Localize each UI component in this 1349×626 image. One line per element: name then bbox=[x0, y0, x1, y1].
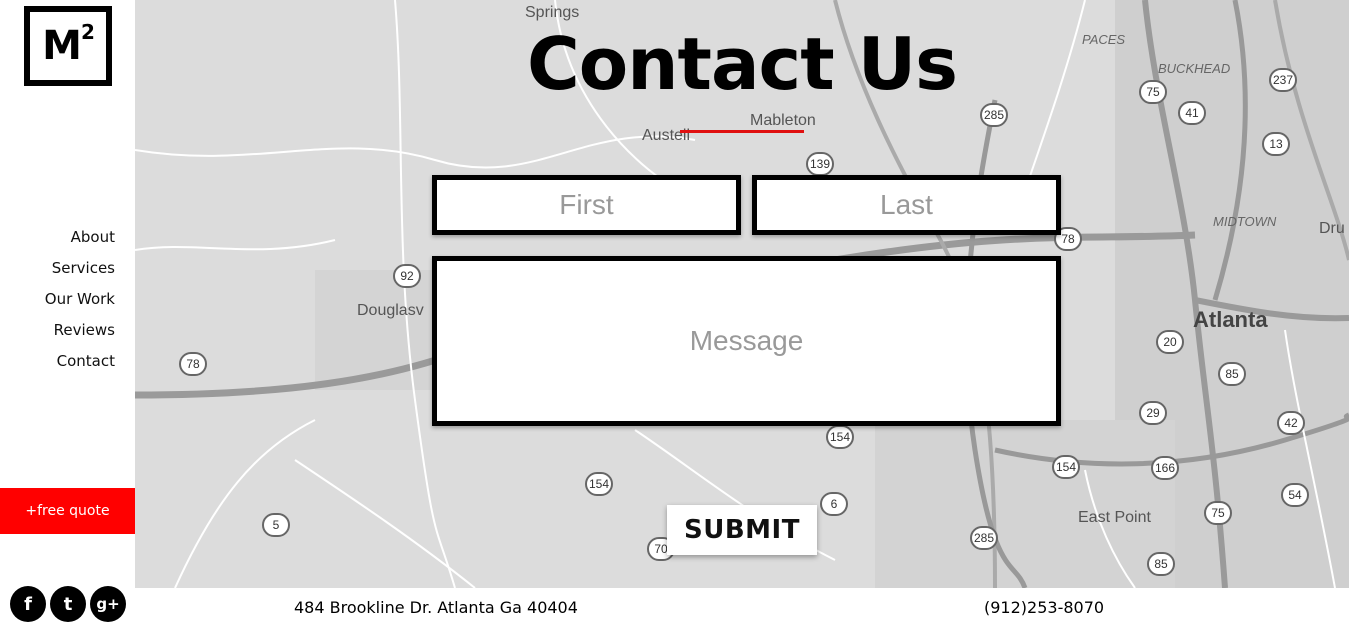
highway-shield: 13 bbox=[1262, 132, 1290, 156]
highway-shield: 5 bbox=[262, 513, 290, 537]
map-label-mableton: Mableton bbox=[750, 112, 816, 129]
highway-shield: 92 bbox=[393, 264, 421, 288]
highway-shield: 75 bbox=[1204, 501, 1232, 525]
highway-shield: 85 bbox=[1147, 552, 1175, 576]
highway-shield: 154 bbox=[1052, 455, 1080, 479]
highway-shield: 166 bbox=[1151, 456, 1179, 480]
highway-shield: 285 bbox=[980, 103, 1008, 127]
map-label-atlanta: Atlanta bbox=[1193, 307, 1268, 332]
highway-shield: 54 bbox=[1281, 483, 1309, 507]
logo-text: M2 bbox=[42, 20, 95, 69]
first-name-input[interactable] bbox=[432, 175, 741, 235]
highway-shield: 285 bbox=[970, 526, 998, 550]
map-label-midtown: MIDTOWN bbox=[1213, 214, 1277, 229]
footer-address: 484 Brookline Dr. Atlanta Ga 40404 bbox=[294, 598, 578, 617]
facebook-icon[interactable]: f bbox=[10, 586, 46, 622]
submit-button[interactable]: SUBMIT bbox=[667, 505, 817, 555]
message-textarea[interactable] bbox=[432, 256, 1061, 426]
map-label-douglasville: Douglasv bbox=[357, 302, 424, 319]
page-title: Contact Us bbox=[526, 22, 958, 106]
social-links: f t g+ bbox=[10, 586, 126, 622]
nav-item-reviews[interactable]: Reviews bbox=[45, 315, 115, 346]
highway-shield: 154 bbox=[826, 425, 854, 449]
highway-shield: 78 bbox=[179, 352, 207, 376]
sidebar: M2 About Services Our Work Reviews Conta… bbox=[0, 0, 135, 626]
main-nav: About Services Our Work Reviews Contact bbox=[45, 222, 115, 377]
logo[interactable]: M2 bbox=[24, 6, 112, 86]
map-label-springs: Springs bbox=[525, 4, 580, 21]
highway-shield: 139 bbox=[806, 152, 834, 176]
nav-item-services[interactable]: Services bbox=[45, 253, 115, 284]
highway-shield: 20 bbox=[1156, 330, 1184, 354]
highway-shield: 42 bbox=[1277, 411, 1305, 435]
twitter-icon[interactable]: t bbox=[50, 586, 86, 622]
nav-item-contact[interactable]: Contact bbox=[45, 346, 115, 377]
nav-item-our-work[interactable]: Our Work bbox=[45, 284, 115, 315]
footer-phone[interactable]: (912)253-8070 bbox=[984, 598, 1104, 617]
highway-shield: 154 bbox=[585, 472, 613, 496]
footer: 484 Brookline Dr. Atlanta Ga 40404 (912)… bbox=[135, 588, 1349, 626]
highway-shield: 6 bbox=[820, 492, 848, 516]
title-underline bbox=[680, 130, 804, 133]
free-quote-button[interactable]: +free quote bbox=[0, 488, 135, 534]
nav-item-about[interactable]: About bbox=[45, 222, 115, 253]
last-name-input[interactable] bbox=[752, 175, 1061, 235]
map-label-east-point: East Point bbox=[1078, 509, 1151, 526]
highway-shield: 85 bbox=[1218, 362, 1246, 386]
highway-shield: 29 bbox=[1139, 401, 1167, 425]
google-plus-icon[interactable]: g+ bbox=[90, 586, 126, 622]
map-label-dru: Dru bbox=[1319, 220, 1345, 237]
